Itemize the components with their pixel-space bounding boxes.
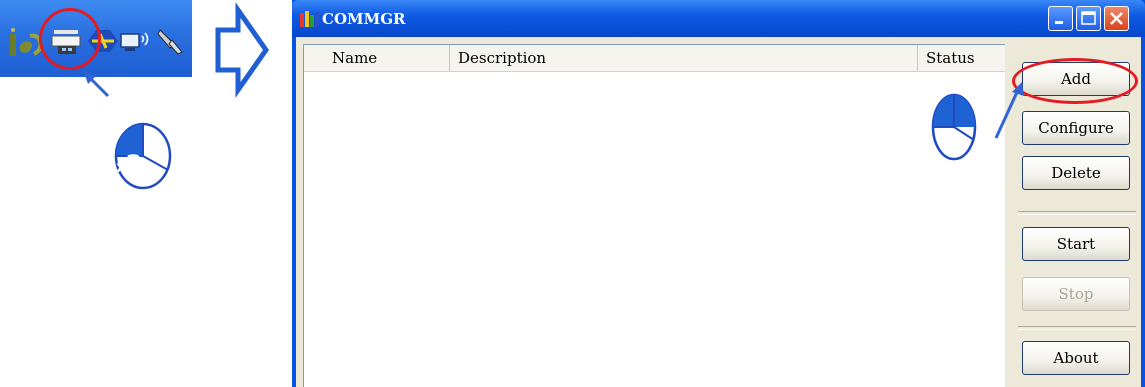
about-button[interactable]: About — [1022, 341, 1130, 375]
app-icon — [300, 11, 319, 27]
maximize-icon — [1081, 11, 1096, 25]
click-callout — [931, 82, 1024, 161]
network-icon[interactable] — [118, 26, 152, 56]
list-header: Name Description Status — [304, 45, 1005, 72]
next-step-arrow-icon — [215, 2, 270, 98]
stop-button: Stop — [1022, 277, 1130, 311]
taskbar-tray — [0, 0, 192, 77]
add-button-highlight — [1012, 58, 1138, 104]
title-bar[interactable]: COMMGR — [292, 0, 1145, 37]
close-icon — [1110, 12, 1123, 25]
connection-list[interactable]: Name Description Status — [303, 44, 1005, 387]
column-header-description[interactable]: Description — [450, 45, 918, 71]
configure-button[interactable]: Configure — [1022, 111, 1130, 145]
double-click-count: x2 — [116, 150, 143, 178]
commgr-window: COMMGR Name Description Status Add Confi… — [292, 0, 1145, 387]
button-separator — [1018, 326, 1136, 330]
commgr-icon-highlight — [39, 8, 101, 70]
column-header-status[interactable]: Status — [918, 45, 1006, 71]
delete-button[interactable]: Delete — [1022, 156, 1130, 190]
column-header-name[interactable]: Name — [304, 45, 450, 71]
close-button[interactable] — [1104, 6, 1129, 31]
minimize-icon — [1055, 21, 1063, 24]
maximize-button[interactable] — [1076, 6, 1101, 31]
window-title: COMMGR — [322, 10, 406, 28]
start-button[interactable]: Start — [1022, 227, 1130, 261]
rocket-icon[interactable] — [156, 26, 186, 58]
minimize-button[interactable] — [1048, 6, 1073, 31]
button-separator — [1018, 211, 1136, 215]
